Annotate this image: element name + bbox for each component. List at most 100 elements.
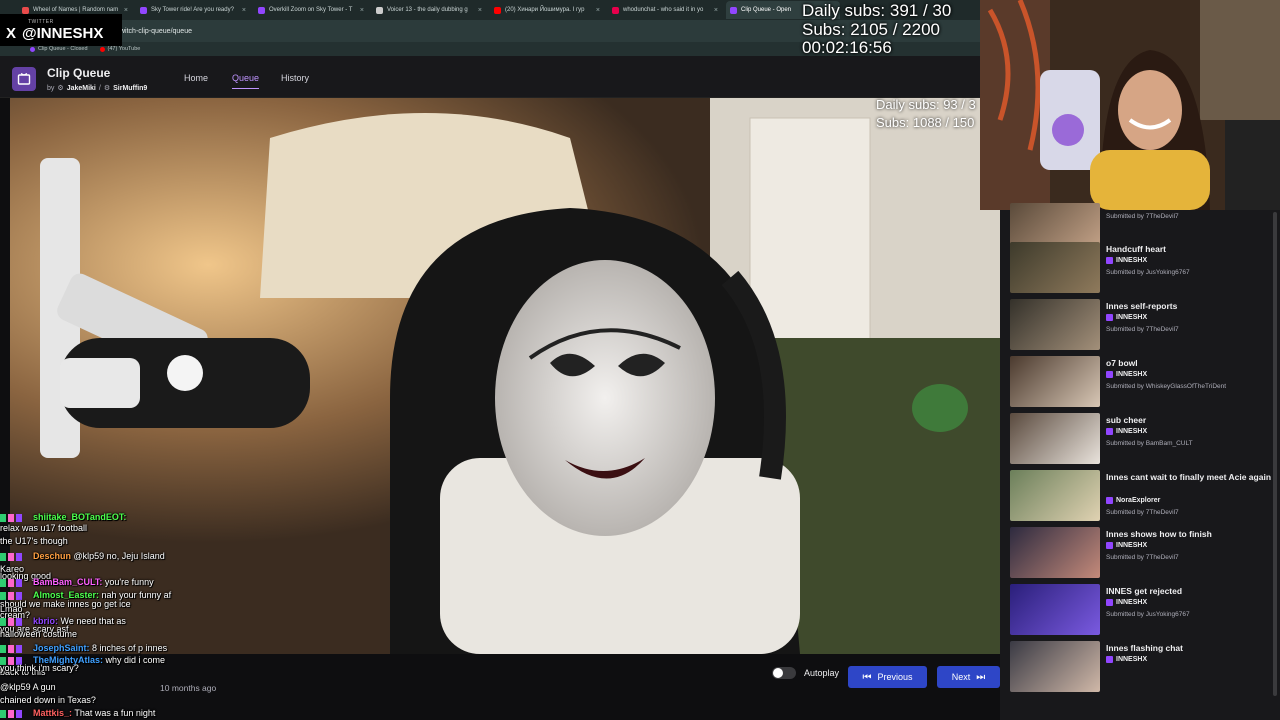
clip-title: Innes shows how to finish — [1106, 529, 1212, 539]
bookmark-item[interactable]: Clip Queue - Closed — [30, 46, 88, 52]
video-daily-subs: Daily subs: 93 / 3 — [876, 97, 976, 112]
clip-thumbnail[interactable] — [1010, 584, 1100, 635]
clip-submitter: Submitted by JusYoking6767 — [1106, 611, 1190, 618]
next-button[interactable]: Next ⏭ — [937, 666, 1000, 688]
clip-submitter: Submitted by 7TheDevil7 — [1106, 213, 1179, 220]
autoplay-toggle[interactable] — [772, 667, 796, 679]
tab-favicon-icon — [612, 6, 619, 14]
tab-favicon-icon — [22, 6, 29, 14]
author-link-2[interactable]: SirMuffin9 — [113, 85, 147, 92]
tab-label: Overkill Zoom on Sky Tower - T — [269, 7, 353, 13]
chat-overlay: shiitake_BOTandEOT: relax was u17 footba… — [0, 500, 260, 720]
stream-timer: 00:02:16:56 — [802, 38, 892, 57]
tab-label: Sky Tower ride! Are you ready? — [151, 7, 234, 13]
tab-close-icon[interactable]: × — [714, 7, 718, 14]
chat-message: shiitake_BOTandEOT: — [0, 512, 126, 522]
clip-title: Handcuff heart — [1106, 244, 1166, 254]
tab-close-icon[interactable]: × — [478, 7, 482, 14]
bookmark-label: (47) YouTube — [107, 46, 141, 52]
clip-thumbnail[interactable] — [1010, 641, 1100, 692]
clip-submitter: Submitted by 7TheDevil7 — [1106, 554, 1179, 561]
channel-name: INNESHX — [1116, 371, 1148, 378]
submitted-by-label: Submitted by — [1106, 509, 1144, 516]
tab-close-icon[interactable]: × — [124, 7, 128, 14]
chat-username: shiitake_BOTandEOT: — [33, 512, 127, 522]
browser-tab[interactable]: Sky Tower ride! Are you ready? × — [136, 1, 250, 19]
chat-badges-icon — [0, 552, 30, 561]
by-label: by — [47, 84, 55, 92]
chat-message: @klp59 A gun — [0, 682, 56, 692]
sidebar-scrollbar[interactable] — [1273, 212, 1277, 696]
bookmark-icon — [30, 46, 35, 52]
clip-channel: INNESHX — [1106, 314, 1147, 321]
queue-clip-item[interactable]: Innes flashing chat INNESHX — [1010, 641, 1270, 693]
submitted-by-label: Submitted by — [1106, 440, 1144, 447]
nav-home[interactable]: Home — [184, 73, 208, 83]
queue-clip-item[interactable]: o7 bowl INNESHX Submitted by WhiskeyGlassO… — [1010, 356, 1270, 408]
clip-submitter: Submitted by JusYoking6767 — [1106, 269, 1190, 276]
clip-thumbnail[interactable] — [1010, 299, 1100, 350]
clip-thumbnail[interactable] — [1010, 527, 1100, 578]
browser-tab[interactable]: Overkill Zoom on Sky Tower - T × — [254, 1, 368, 19]
queue-clip-item[interactable]: INNES get rejected INNESHX Submitted by Ju… — [1010, 584, 1270, 636]
chat-username: Mattkis_: — [33, 708, 73, 718]
clip-channel: INNESHX — [1106, 428, 1147, 435]
tab-close-icon[interactable]: × — [360, 7, 364, 14]
submitter-name: BamBam_CULT — [1145, 440, 1193, 447]
toggle-knob — [773, 668, 783, 678]
chat-message: you think i'm scary? — [0, 663, 79, 673]
channel-name: INNESHX — [1116, 599, 1148, 606]
chat-text: halloween costume — [0, 629, 78, 639]
tab-close-icon[interactable]: × — [242, 7, 246, 14]
clip-thumbnail[interactable] — [1010, 413, 1100, 464]
queue-clip-item[interactable]: Innes shows how to finish INNESHX Submitte… — [1010, 527, 1270, 579]
nav-history[interactable]: History — [281, 73, 309, 83]
queue-clip-item[interactable]: Innes self-reports INNESHX Submitted by 7T… — [1010, 299, 1270, 351]
submitted-by-label: Submitted by — [1106, 383, 1144, 390]
chat-badges-icon — [0, 513, 30, 522]
submitter-name: 7TheDevil7 — [1145, 326, 1179, 333]
queue-clip-item[interactable]: Innes cant wait to finally meet Acie aga… — [1010, 470, 1271, 522]
subs-counter: Subs: 2105 / 2200 — [802, 19, 941, 39]
browser-tab[interactable]: Voicer 13 - the daily dubbing g × — [372, 1, 486, 19]
chat-message: the U17's though — [0, 536, 68, 546]
app-byline: by ⚙ JakeMiki / ⚙ SirMuffin9 — [47, 84, 147, 93]
clip-thumbnail[interactable] — [1010, 356, 1100, 407]
submitted-by-label: Submitted by — [1106, 213, 1144, 220]
clip-submitter: Submitted by 7TheDevil7 — [1106, 326, 1179, 333]
clip-thumbnail[interactable] — [1010, 242, 1100, 293]
clip-channel: INNESHX — [1106, 656, 1147, 663]
chat-badges-icon — [0, 709, 30, 718]
twitch-icon — [1106, 314, 1113, 321]
submitter-name: 7TheDevil7 — [1145, 213, 1179, 220]
previous-button[interactable]: ⏮ Previous — [848, 666, 927, 688]
chat-message: halloween costume — [0, 629, 77, 639]
chat-text: you think i'm scary? — [0, 663, 79, 673]
tab-favicon-icon — [494, 6, 501, 14]
clip-channel: INNESHX — [1106, 371, 1147, 378]
twitch-icon — [1106, 542, 1113, 549]
tab-label: Wheel of Names | Random nam — [33, 7, 119, 13]
video-subs-overlay: Daily subs: 93 / 3 Subs: 1088 / 150 — [876, 96, 976, 132]
app-title: Clip Queue — [47, 66, 111, 80]
video-subs: Subs: 1088 / 150 — [876, 115, 975, 130]
queue-clip-item[interactable]: Handcuff heart INNESHX Submitted by JusYok… — [1010, 242, 1270, 294]
channel-name: INNESHX — [1116, 314, 1148, 321]
browser-tab[interactable]: (20) Хинари Йошимура. I гур × — [490, 1, 604, 19]
clip-title: sub cheer — [1106, 415, 1147, 425]
bookmark-item[interactable]: (47) YouTube — [99, 46, 141, 52]
clip-queue-logo-icon[interactable] — [12, 67, 36, 91]
url-text[interactable]: witch-clip-queue/queue — [120, 28, 192, 35]
clip-submitter: Submitted by 7TheDevil7 — [1106, 509, 1179, 516]
nav-queue[interactable]: Queue — [232, 73, 260, 89]
tab-close-icon[interactable]: × — [596, 7, 600, 14]
queue-clip-item[interactable]: sub cheer INNESHX Submitted by BamBam_CULT — [1010, 413, 1270, 465]
chat-message: chained down in Texas? — [0, 695, 96, 705]
chat-message: JosephSaint: 8 inches of p innes — [0, 643, 167, 653]
author-link-1[interactable]: JakeMiki — [67, 85, 96, 92]
clip-thumbnail[interactable] — [1010, 470, 1100, 521]
previous-label: Previous — [877, 672, 913, 682]
twitch-icon — [1106, 428, 1113, 435]
tab-label: whodunchat - who said it in yo — [623, 7, 704, 13]
browser-tab[interactable]: whodunchat - who said it in yo × — [608, 1, 722, 19]
